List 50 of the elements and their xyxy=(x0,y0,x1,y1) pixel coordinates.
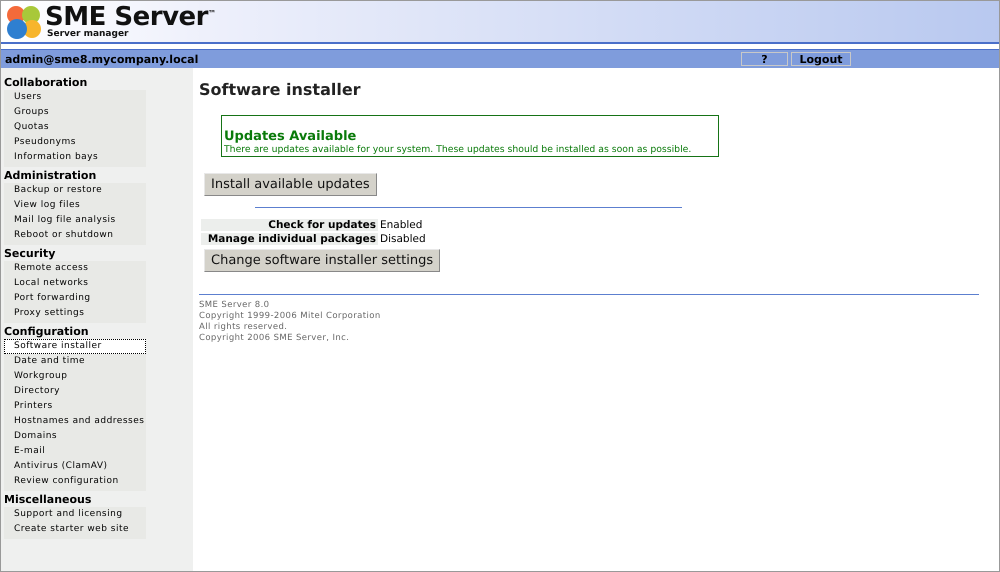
help-button[interactable]: ? xyxy=(741,52,788,66)
trademark: ™ xyxy=(208,10,216,18)
logo-title: SME Server xyxy=(45,4,208,30)
setting-value: Enabled xyxy=(379,219,422,231)
sidebar-heading: Security xyxy=(4,246,56,261)
sidebar-item[interactable]: Review configuration xyxy=(4,474,146,489)
sidebar-item[interactable]: Proxy settings xyxy=(4,306,146,321)
notice-text: There are updates available for your system. These updates should be installed as soon as possible. xyxy=(224,144,692,155)
sidebar-item[interactable]: Pseudonyms xyxy=(4,135,146,150)
sidebar-item[interactable]: Port forwarding xyxy=(4,291,146,306)
logo-subtitle: Server manager xyxy=(47,30,130,39)
sidebar-heading: Collaboration xyxy=(4,75,88,90)
footer-text: SME Server 8.0 xyxy=(199,300,270,311)
page-title: Software installer xyxy=(199,80,362,99)
footer-text: Copyright 1999-2006 Mitel Corporation xyxy=(199,311,382,322)
sidebar-item[interactable]: Domains xyxy=(4,429,146,444)
sidebar-item[interactable]: Local networks xyxy=(4,276,146,291)
sidebar-heading: Miscellaneous xyxy=(4,492,92,507)
sidebar-item[interactable]: Information bays xyxy=(4,150,146,165)
sidebar-item[interactable]: Support and licensing xyxy=(4,507,146,522)
setting-label: Check for updates xyxy=(201,219,378,231)
setting-label: Manage individual packages xyxy=(201,233,378,245)
sidebar-item[interactable]: E-mail xyxy=(4,444,146,459)
footer-text: Copyright 2006 SME Server, Inc. xyxy=(199,333,350,344)
sidebar-item[interactable]: Remote access xyxy=(4,261,146,276)
sidebar-item[interactable]: Reboot or shutdown xyxy=(4,228,146,243)
install-button[interactable]: Install available updates xyxy=(204,173,377,196)
setting-value: Disabled xyxy=(379,233,426,245)
sidebar-item[interactable]: Software installer xyxy=(4,339,146,354)
logo-icon xyxy=(5,4,43,40)
sidebar-item[interactable]: Antivirus (ClamAV) xyxy=(4,459,146,474)
sidebar-item[interactable]: Date and time xyxy=(4,354,146,369)
sidebar-item[interactable]: View log files xyxy=(4,198,146,213)
sidebar-item[interactable]: Create starter web site xyxy=(4,522,146,537)
logout-button[interactable]: Logout xyxy=(791,52,851,66)
sidebar-item[interactable]: Workgroup xyxy=(4,369,146,384)
sidebar-item[interactable]: Directory xyxy=(4,384,146,399)
sidebar-item[interactable]: Printers xyxy=(4,399,146,414)
sidebar-item[interactable]: Mail log file analysis xyxy=(4,213,146,228)
sidebar-item[interactable]: Backup or restore xyxy=(4,183,146,198)
user-name: admin@sme8.mycompany.local xyxy=(5,52,200,66)
sidebar-heading: Configuration xyxy=(4,324,90,339)
sidebar-item[interactable]: Groups xyxy=(4,105,146,120)
sidebar-item[interactable]: Users xyxy=(4,90,146,105)
settings-button[interactable]: Change software installer settings xyxy=(204,249,440,272)
sidebar-heading: Administration xyxy=(4,168,98,183)
sidebar-item[interactable]: Quotas xyxy=(4,120,146,135)
sidebar-item[interactable]: Hostnames and addresses xyxy=(4,414,146,429)
notice-title: Updates Available xyxy=(224,129,358,144)
footer-text: All rights reserved. xyxy=(199,322,288,333)
